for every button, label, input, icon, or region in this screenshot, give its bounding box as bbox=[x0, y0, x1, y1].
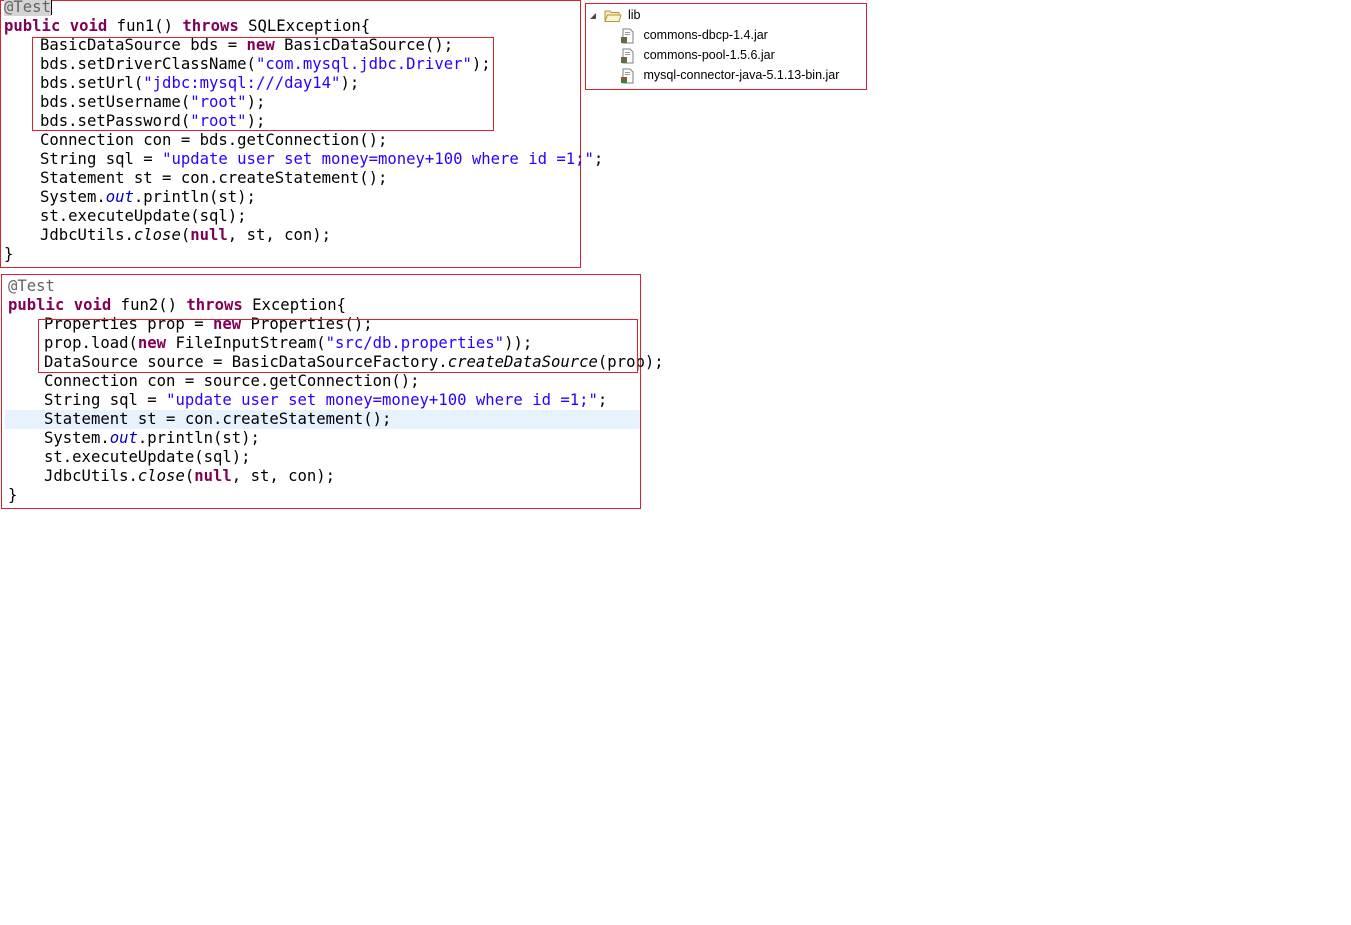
code-panel-fun1: @Test public void fun1() throws SQLExcep… bbox=[0, 0, 604, 268]
code-line: Connection con = bds.getConnection(); bbox=[40, 131, 388, 149]
closing-brace: } bbox=[4, 245, 14, 263]
annotation-line: @Test bbox=[8, 277, 55, 295]
folder-label: lib bbox=[627, 8, 641, 22]
code-line: String sql = "update user set money=mone… bbox=[40, 150, 604, 168]
jar-file-icon bbox=[621, 28, 634, 44]
text-caret bbox=[50, 0, 52, 15]
jar-file-icon bbox=[621, 48, 634, 64]
code-line: JdbcUtils.close(null, st, con); bbox=[40, 226, 332, 244]
highlight-box-datasource-config bbox=[32, 37, 494, 131]
code-line: String sql = "update user set money=mone… bbox=[44, 391, 608, 409]
method-signature: public void fun2() throws Exception{ bbox=[8, 296, 347, 314]
code-line: st.executeUpdate(sql); bbox=[44, 448, 251, 466]
code-line: JdbcUtils.close(null, st, con); bbox=[44, 467, 336, 485]
tree-folder-lib[interactable]: lib bbox=[588, 5, 640, 25]
code-line: Connection con = source.getConnection(); bbox=[44, 372, 420, 390]
code-line: System.out.println(st); bbox=[44, 429, 260, 447]
code-line: Statement st = con.createStatement(); bbox=[44, 410, 392, 428]
code-line: Statement st = con.createStatement(); bbox=[40, 169, 388, 187]
jar-file-label: commons-pool-1.5.6.jar bbox=[643, 48, 775, 62]
jar-file-label: mysql-connector-java-5.1.13-bin.jar bbox=[643, 68, 840, 82]
closing-brace: } bbox=[8, 486, 18, 504]
tree-item-jar[interactable]: commons-dbcp-1.4.jar bbox=[620, 25, 768, 45]
code-line: st.executeUpdate(sql); bbox=[40, 207, 247, 225]
folder-icon bbox=[604, 10, 623, 22]
jar-file-icon bbox=[621, 68, 634, 84]
jar-file-label: commons-dbcp-1.4.jar bbox=[643, 28, 768, 42]
highlight-box-datasource-factory bbox=[38, 319, 638, 373]
method-signature: public void fun1() throws SQLException{ bbox=[4, 17, 371, 35]
code-panel-fun2: @Test public void fun2() throws Exceptio… bbox=[1, 274, 664, 509]
annotation-line: @Test bbox=[4, 0, 52, 16]
expand-arrow-icon[interactable] bbox=[588, 11, 598, 21]
tree-item-jar[interactable]: commons-pool-1.5.6.jar bbox=[620, 45, 775, 65]
code-line: System.out.println(st); bbox=[40, 188, 256, 206]
project-tree-panel: lib commons-dbcp-1.4.jar commons-pool-1.… bbox=[585, 3, 867, 90]
tree-item-jar[interactable]: mysql-connector-java-5.1.13-bin.jar bbox=[620, 65, 839, 85]
